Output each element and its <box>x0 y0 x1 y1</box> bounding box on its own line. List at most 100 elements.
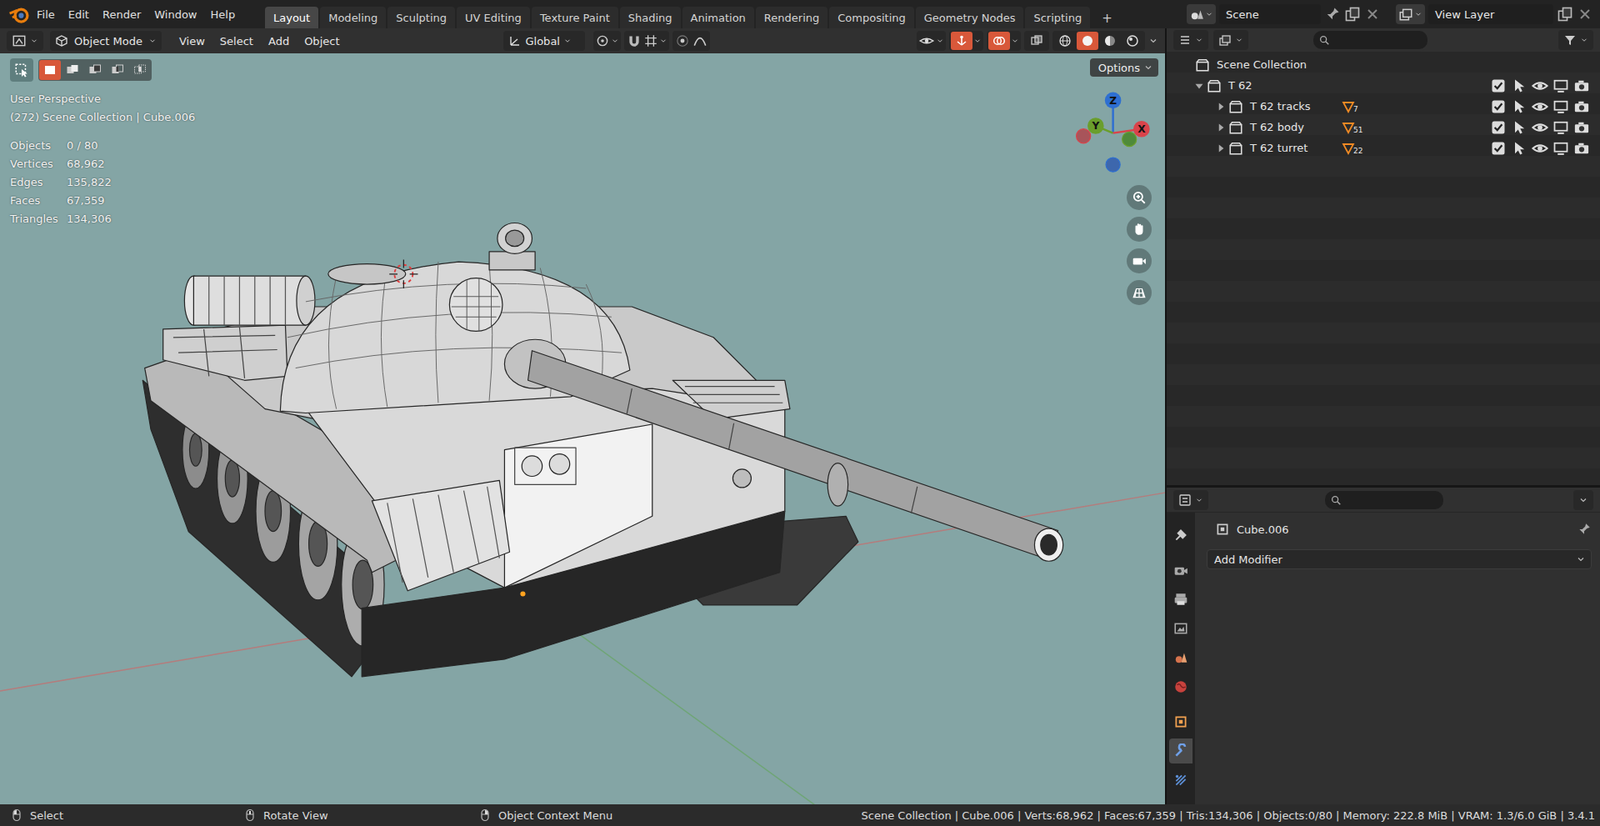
gizmo-axis-label[interactable]: Z <box>1109 95 1117 107</box>
modifier-tab[interactable] <box>1169 738 1193 764</box>
options-dropdown[interactable] <box>1573 490 1594 510</box>
menu-item[interactable]: Render <box>95 5 148 25</box>
viewport-toggle-icon[interactable] <box>1552 98 1570 115</box>
outliner-row[interactable]: T 62 <box>1166 75 1600 96</box>
tool-tab[interactable] <box>1169 522 1193 548</box>
workspace-tab[interactable]: Texture Paint <box>531 6 619 29</box>
workspace-tab[interactable]: Scripting <box>1025 6 1090 29</box>
view_layer-tab[interactable] <box>1169 615 1193 641</box>
expand-arrow-icon[interactable] <box>1213 99 1229 115</box>
render-tab[interactable] <box>1169 557 1193 583</box>
render-toggle-icon[interactable] <box>1573 98 1590 115</box>
object-visibility[interactable] <box>916 30 946 51</box>
shading-button[interactable] <box>1076 31 1099 50</box>
select-mode-button[interactable] <box>84 60 106 80</box>
workspace-tab[interactable]: Rendering <box>755 6 828 29</box>
render-toggle-icon[interactable] <box>1573 140 1590 157</box>
viewport-toggle-icon[interactable] <box>1552 77 1570 95</box>
chevron-icon[interactable] <box>1148 34 1159 48</box>
menu-item[interactable]: Window <box>147 5 204 25</box>
close-icon[interactable] <box>1576 5 1594 23</box>
xray-toggle[interactable] <box>1025 31 1048 50</box>
select-mode-button[interactable] <box>61 60 84 80</box>
shading-button[interactable] <box>1121 31 1144 50</box>
select-mode-button[interactable] <box>39 60 61 80</box>
chevron-icon[interactable] <box>1010 34 1020 48</box>
expand-arrow-icon[interactable] <box>1191 78 1207 94</box>
object-tab[interactable] <box>1169 709 1193 735</box>
gizmo-axis-label[interactable]: X <box>1137 123 1146 135</box>
include-checkbox-icon[interactable] <box>1490 98 1507 115</box>
viewport-toggle-icon[interactable] <box>1552 119 1570 136</box>
outliner-row[interactable]: T 62 tracks7 <box>1166 95 1600 117</box>
workspace-tab[interactable]: Geometry Nodes <box>915 6 1025 29</box>
select-tool[interactable] <box>10 58 34 82</box>
workspace-tab[interactable]: Compositing <box>829 6 915 29</box>
editor-type[interactable] <box>1173 30 1209 50</box>
world-tab[interactable] <box>1169 674 1193 700</box>
blender-logo-icon[interactable] <box>8 3 30 25</box>
scene-field[interactable]: Scene <box>1219 4 1321 25</box>
visibility-toggle-icon[interactable] <box>1531 98 1549 115</box>
add-workspace-button[interactable]: + <box>1095 8 1120 29</box>
scene-browse[interactable] <box>1186 4 1216 25</box>
mode-dropdown[interactable]: Object Mode <box>50 30 162 51</box>
header-menu[interactable]: Object <box>296 32 347 50</box>
selectable-toggle-icon[interactable] <box>1510 77 1528 95</box>
viewport-toggle-icon[interactable] <box>1552 140 1570 157</box>
include-checkbox-icon[interactable] <box>1490 77 1507 95</box>
outliner-row[interactable]: Scene Collection <box>1166 54 1600 75</box>
shading-button[interactable] <box>1099 31 1121 50</box>
output-tab[interactable] <box>1169 586 1193 612</box>
editor-type[interactable] <box>6 30 44 51</box>
pan-button[interactable] <box>1126 216 1152 242</box>
workspace-tab[interactable]: Modeling <box>320 6 386 29</box>
editor-type[interactable] <box>1173 490 1209 510</box>
expand-arrow-icon[interactable] <box>1213 120 1229 135</box>
pin-icon[interactable] <box>1324 5 1341 23</box>
display-mode[interactable] <box>1213 30 1249 50</box>
proportional-group[interactable] <box>672 30 710 51</box>
view-layer-field[interactable]: View Layer <box>1428 4 1554 25</box>
camera-view-button[interactable] <box>1126 248 1152 274</box>
outliner-row[interactable]: T 62 turret22 <box>1166 137 1600 159</box>
menu-item[interactable]: Edit <box>61 5 96 25</box>
chevron-icon[interactable] <box>973 34 982 48</box>
shading-button[interactable] <box>1054 31 1076 50</box>
selectable-toggle-icon[interactable] <box>1510 140 1528 157</box>
scene-tab[interactable] <box>1169 645 1193 670</box>
orientation-dropdown[interactable]: Global <box>503 30 585 51</box>
snap-group[interactable] <box>624 30 670 51</box>
filter-dropdown[interactable] <box>1558 30 1594 50</box>
render-toggle-icon[interactable] <box>1573 119 1590 136</box>
particles-tab[interactable] <box>1169 767 1193 793</box>
tank-model[interactable]: ZYX <box>0 53 1165 805</box>
outliner-row[interactable]: T 62 body51 <box>1166 116 1600 138</box>
zoom-button[interactable] <box>1126 185 1152 210</box>
include-checkbox-icon[interactable] <box>1490 140 1507 157</box>
workspace-tab[interactable]: Shading <box>620 6 681 29</box>
perspective-button[interactable] <box>1126 280 1152 305</box>
workspace-tab[interactable]: Layout <box>265 6 319 29</box>
select-mode-button[interactable] <box>106 60 129 80</box>
workspace-tab[interactable]: Animation <box>682 6 755 29</box>
visibility-toggle-icon[interactable] <box>1531 119 1549 136</box>
header-menu[interactable]: Select <box>212 32 261 50</box>
gizmos-toggle[interactable] <box>950 31 973 50</box>
menu-item[interactable]: Help <box>204 5 243 25</box>
add-modifier-dropdown[interactable]: Add Modifier <box>1206 549 1592 570</box>
visibility-toggle-icon[interactable] <box>1531 140 1549 157</box>
select-mode-button[interactable] <box>129 60 151 80</box>
include-checkbox-icon[interactable] <box>1490 119 1507 136</box>
selectable-toggle-icon[interactable] <box>1510 98 1528 115</box>
visibility-toggle-icon[interactable] <box>1531 77 1549 95</box>
render-toggle-icon[interactable] <box>1573 77 1590 95</box>
pivot-dropdown[interactable] <box>593 30 621 51</box>
expand-arrow-icon[interactable] <box>1213 140 1229 156</box>
workspace-tab[interactable]: Sculpting <box>387 6 455 29</box>
selectable-toggle-icon[interactable] <box>1510 119 1528 136</box>
header-menu[interactable]: View <box>171 32 213 50</box>
workspace-tab[interactable]: UV Editing <box>456 6 530 29</box>
view-layer-browse[interactable] <box>1395 4 1425 25</box>
menu-item[interactable]: File <box>30 5 62 25</box>
